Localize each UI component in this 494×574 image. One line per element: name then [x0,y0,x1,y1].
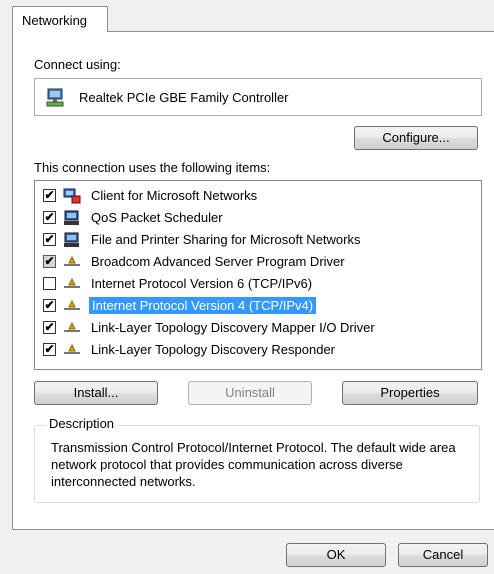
item-checkbox[interactable]: ✔ [43,343,56,356]
item-label: File and Printer Sharing for Microsoft N… [91,232,361,247]
item-checkbox[interactable]: ✔ [43,321,56,334]
client-network-icon [63,188,81,204]
adapter-name: Realtek PCIe GBE Family Controller [79,90,289,105]
item-checkbox[interactable]: ✔ [43,189,56,202]
uninstall-button: Uninstall [188,381,312,405]
item-checkbox[interactable]: ✔ [43,233,56,246]
list-item[interactable]: ✔ QoS Packet Scheduler [35,207,475,229]
item-label: Internet Protocol Version 4 (TCP/IPv4) [89,297,317,314]
list-item[interactable]: Internet Protocol Version 6 (TCP/IPv6) [35,273,475,295]
item-checkbox[interactable]: ✔ [43,255,56,268]
list-item[interactable]: ✔ Link-Layer Topology Discovery Responde… [35,339,475,361]
protocol-icon [63,254,81,270]
protocol-icon [63,342,81,358]
items-list: ✔ Client for Microsoft Networks ✔ QoS Pa… [34,180,482,370]
network-adapter-icon [45,88,67,111]
item-checkbox[interactable]: ✔ [43,299,56,312]
item-label: Broadcom Advanced Server Program Driver [91,254,345,269]
item-label: Link-Layer Topology Discovery Mapper I/O… [91,320,375,335]
install-button[interactable]: Install... [34,381,158,405]
protocol-icon [63,298,81,314]
adapter-field: Realtek PCIe GBE Family Controller [34,78,482,116]
item-label: Link-Layer Topology Discovery Responder [91,342,335,357]
items-label: This connection uses the following items… [34,160,271,175]
list-item[interactable]: ✔ Broadcom Advanced Server Program Drive… [35,251,475,273]
item-checkbox[interactable] [43,277,56,290]
list-item[interactable]: ✔ Client for Microsoft Networks [35,185,475,207]
description-title: Description [46,416,118,431]
item-label: Client for Microsoft Networks [91,188,258,203]
tab-networking-label: Networking [22,13,88,28]
list-item-selected[interactable]: ✔ Internet Protocol Version 4 (TCP/IPv4) [35,295,475,317]
protocol-icon [63,320,81,336]
service-icon [63,210,81,226]
tab-networking[interactable]: Networking [12,6,108,32]
connect-using-label: Connect using: [34,57,121,72]
configure-button[interactable]: Configure... [354,126,478,150]
ok-button[interactable]: OK [286,543,386,567]
description-text: Transmission Control Protocol/Internet P… [51,440,456,489]
item-checkbox[interactable]: ✔ [43,211,56,224]
service-icon [63,232,81,248]
item-label: QoS Packet Scheduler [91,210,223,225]
properties-button[interactable]: Properties [342,381,478,405]
list-item[interactable]: ✔ Link-Layer Topology Discovery Mapper I… [35,317,475,339]
list-item[interactable]: ✔ File and Printer Sharing for Microsoft… [35,229,475,251]
item-label: Internet Protocol Version 6 (TCP/IPv6) [91,276,313,291]
protocol-icon [63,276,81,292]
cancel-button[interactable]: Cancel [398,543,488,567]
